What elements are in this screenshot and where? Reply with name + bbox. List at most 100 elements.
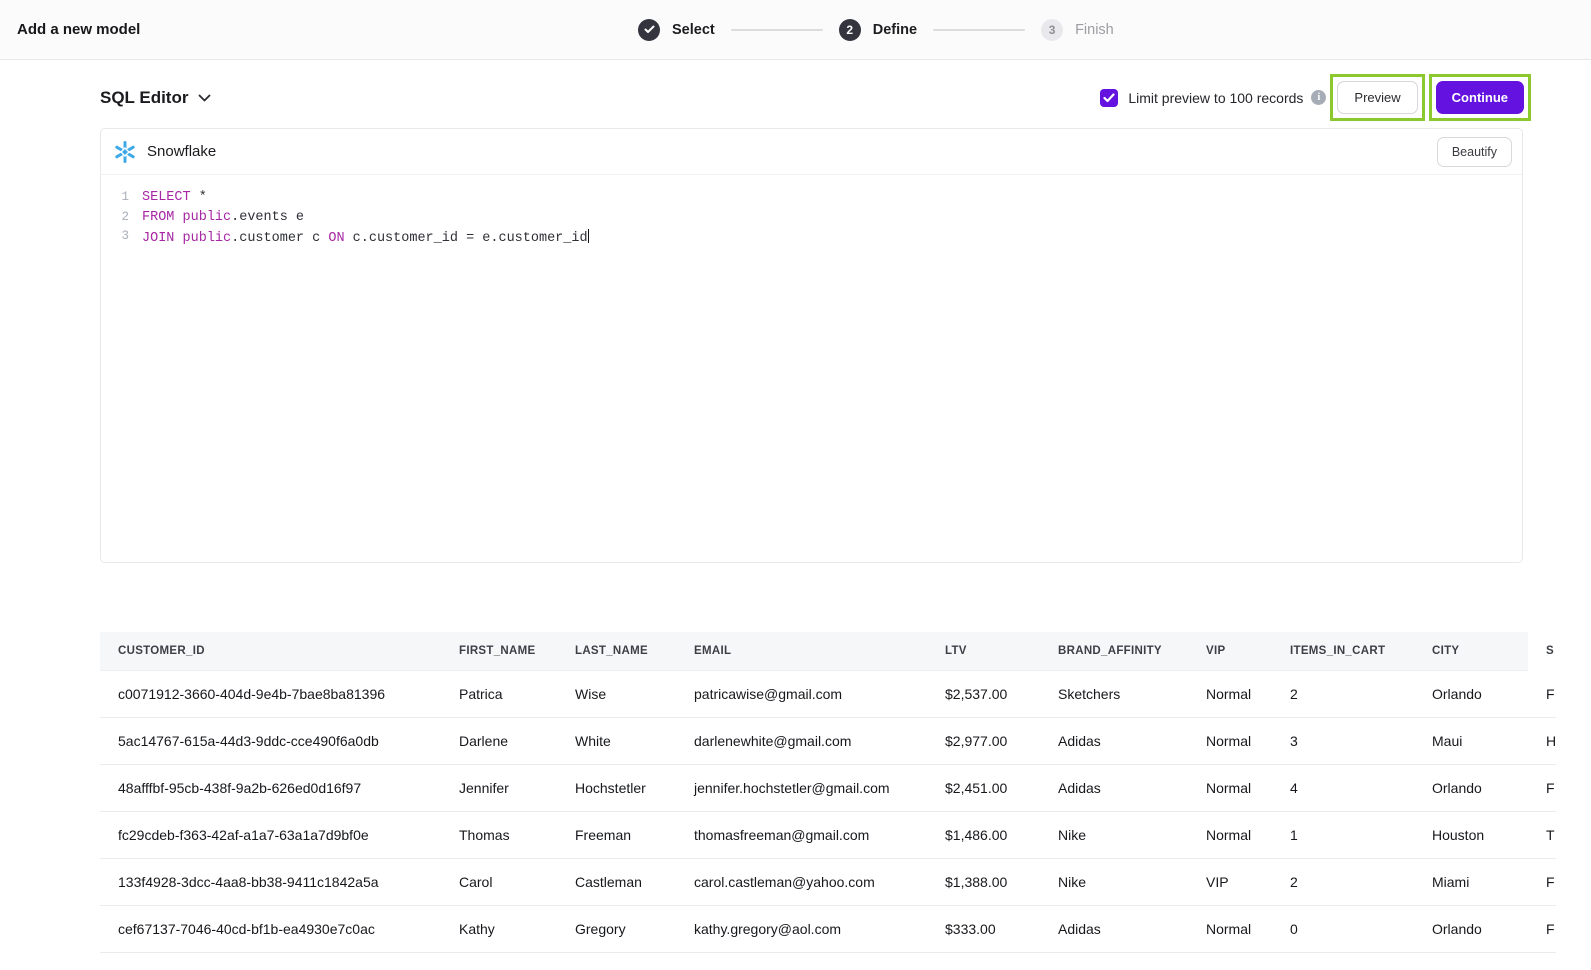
results-table: CUSTOMER_IDFIRST_NAMELAST_NAMEEMAILLTVBR…: [100, 632, 1556, 953]
code-token: .customer c: [231, 231, 328, 246]
code-token: public: [183, 231, 232, 246]
table-cell: kathy.gregory@aol.com: [676, 905, 927, 952]
page-title: Add a new model: [17, 21, 140, 38]
code-text: JOIN public.customer c ON c.customer_id …: [142, 227, 589, 249]
code-line: 1 SELECT *: [114, 188, 1522, 208]
continue-button[interactable]: Continue: [1436, 81, 1524, 114]
code-token: .events e: [231, 210, 304, 225]
table-cell: thomasfreeman@gmail.com: [676, 811, 927, 858]
table-cell: Hochstetler: [557, 764, 676, 811]
table-cell: Normal: [1188, 717, 1272, 764]
code-token: [174, 210, 182, 225]
sql-editor-dropdown[interactable]: SQL Editor: [100, 88, 211, 108]
code-line: 2 FROM public.events e: [114, 208, 1522, 228]
table-cell: Adidas: [1040, 905, 1188, 952]
table-cell: Castleman: [557, 858, 676, 905]
column-header: CITY: [1414, 632, 1528, 670]
table-cell: Normal: [1188, 811, 1272, 858]
table-cell: darlenewhite@gmail.com: [676, 717, 927, 764]
table-cell: Darlene: [441, 717, 557, 764]
table-cell: c0071912-3660-404d-9e4b-7bae8ba81396: [100, 670, 441, 717]
table-cell: Normal: [1188, 764, 1272, 811]
table-cell: $1,486.00: [927, 811, 1040, 858]
code-line: 3 JOIN public.customer c ON c.customer_id…: [114, 227, 1522, 249]
column-header: BRAND_AFFINITY: [1040, 632, 1188, 670]
limit-preview-checkbox[interactable]: [1100, 89, 1118, 107]
table-row: fc29cdeb-f363-42af-a1a7-63a1a7d9bf0eThom…: [100, 811, 1556, 858]
table-cell: $1,388.00: [927, 858, 1040, 905]
table-row: c0071912-3660-404d-9e4b-7bae8ba81396Patr…: [100, 670, 1556, 717]
table-cell: Nike: [1040, 858, 1188, 905]
table-cell: H: [1528, 717, 1556, 764]
table-cell: VIP: [1188, 858, 1272, 905]
stepper-step-finish: 3Finish: [1041, 19, 1114, 41]
line-number: 1: [114, 188, 129, 208]
code-token: FROM: [142, 210, 174, 225]
column-header: LTV: [927, 632, 1040, 670]
continue-highlight-box: Continue: [1429, 74, 1531, 121]
code-token: [174, 231, 182, 246]
table-cell: cef67137-7046-40cd-bf1b-ea4930e7c0ac: [100, 905, 441, 952]
table-cell: $2,451.00: [927, 764, 1040, 811]
step-indicator: 3: [1041, 19, 1063, 41]
preview-button[interactable]: Preview: [1337, 81, 1417, 114]
table-cell: 4: [1272, 764, 1414, 811]
table-cell: 3: [1272, 717, 1414, 764]
column-header: VIP: [1188, 632, 1272, 670]
beautify-button[interactable]: Beautify: [1437, 137, 1512, 167]
check-icon: [644, 25, 655, 34]
code-token: JOIN: [142, 231, 174, 246]
table-cell: 48afffbf-95cb-438f-9a2b-626ed0d16f97: [100, 764, 441, 811]
table-cell: White: [557, 717, 676, 764]
table-row: cef67137-7046-40cd-bf1b-ea4930e7c0acKath…: [100, 905, 1556, 952]
step-indicator: [638, 19, 660, 41]
table-cell: Jennifer: [441, 764, 557, 811]
table-cell: 0: [1272, 905, 1414, 952]
code-token: SELECT: [142, 190, 191, 205]
table-cell: F: [1528, 858, 1556, 905]
line-number: 2: [114, 208, 129, 228]
table-cell: F: [1528, 905, 1556, 952]
step-indicator: 2: [839, 19, 861, 41]
checkmark-icon: [1103, 93, 1115, 103]
table-cell: jennifer.hochstetler@gmail.com: [676, 764, 927, 811]
line-number: 3: [114, 227, 129, 249]
table-cell: Freeman: [557, 811, 676, 858]
code-token: *: [191, 190, 207, 205]
column-header: CUSTOMER_ID: [100, 632, 441, 670]
table-cell: Adidas: [1040, 717, 1188, 764]
column-header: EMAIL: [676, 632, 927, 670]
code-token: public: [183, 210, 232, 225]
table-cell: $2,537.00: [927, 670, 1040, 717]
code-token: c.customer_id = e.customer_id: [345, 231, 588, 246]
table-cell: Normal: [1188, 905, 1272, 952]
table-cell: patricawise@gmail.com: [676, 670, 927, 717]
info-icon[interactable]: i: [1311, 90, 1326, 105]
column-header: ITEMS_IN_CART: [1272, 632, 1414, 670]
table-cell: Adidas: [1040, 764, 1188, 811]
sql-code-editor[interactable]: 1SELECT *2FROM public.events e3JOIN publ…: [101, 175, 1522, 249]
stepper-connector: [731, 29, 823, 31]
column-header: S: [1528, 632, 1556, 670]
table-cell: Gregory: [557, 905, 676, 952]
table-cell: $2,977.00: [927, 717, 1040, 764]
main-content: SQL Editor Limit preview to 100 records …: [0, 74, 1591, 953]
preview-highlight-box: Preview: [1330, 74, 1424, 121]
table-header-row: CUSTOMER_IDFIRST_NAMELAST_NAMEEMAILLTVBR…: [100, 632, 1556, 670]
connector-name: Snowflake: [147, 143, 216, 160]
table-cell: Patrica: [441, 670, 557, 717]
table-cell: Normal: [1188, 670, 1272, 717]
table-row: 48afffbf-95cb-438f-9a2b-626ed0d16f97Jenn…: [100, 764, 1556, 811]
text-cursor: [588, 229, 590, 243]
table-cell: Orlando: [1414, 670, 1528, 717]
top-bar: Add a new model Select2Define3Finish: [0, 0, 1591, 60]
table-cell: 2: [1272, 670, 1414, 717]
table-cell: Carol: [441, 858, 557, 905]
stepper-connector: [933, 29, 1025, 31]
table-cell: 5ac14767-615a-44d3-9ddc-cce490f6a0db: [100, 717, 441, 764]
table-cell: Sketchers: [1040, 670, 1188, 717]
table-cell: 133f4928-3dcc-4aa8-bb38-9411c1842a5a: [100, 858, 441, 905]
stepper-step-define: 2Define: [839, 19, 917, 41]
toolbar-right: Limit preview to 100 records i Preview C…: [1100, 74, 1531, 121]
snowflake-icon: [113, 140, 137, 164]
